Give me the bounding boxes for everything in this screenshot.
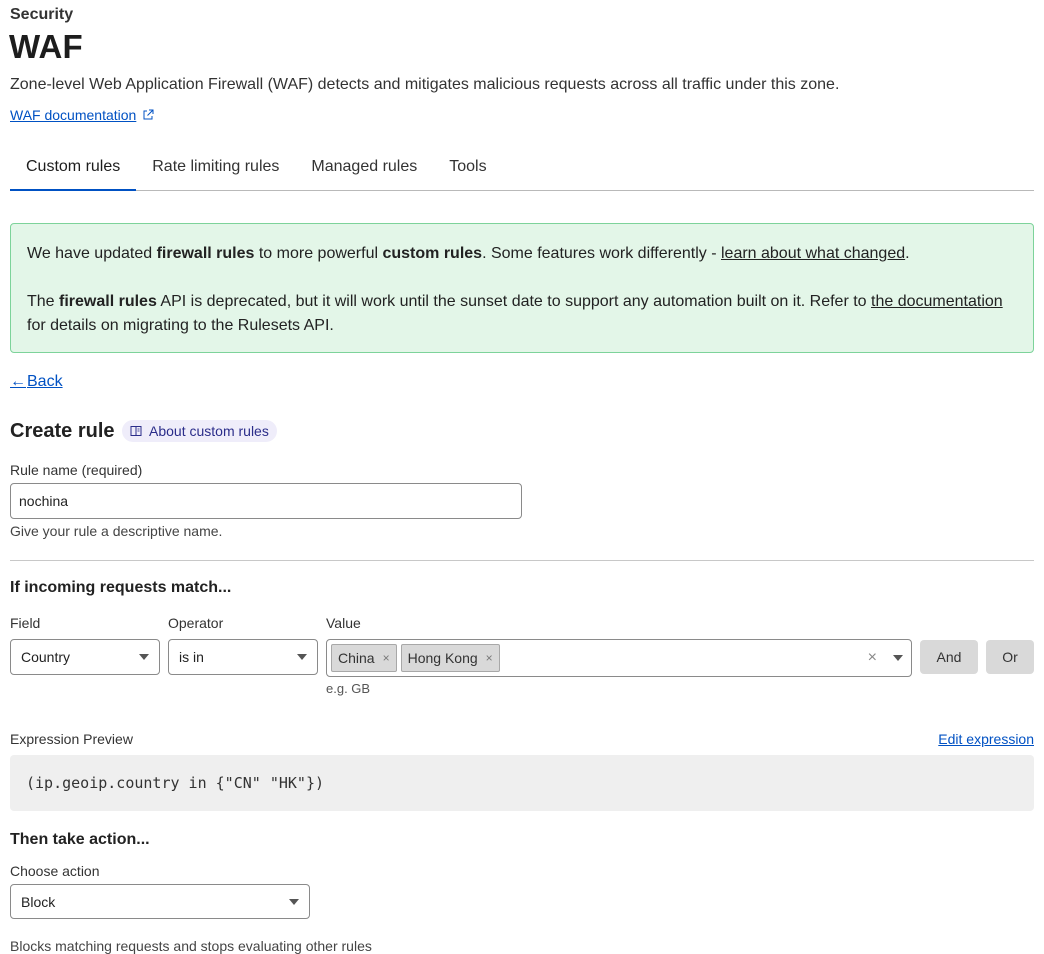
tab-custom-rules[interactable]: Custom rules (10, 150, 137, 191)
divider (10, 560, 1034, 561)
back-label: Back (27, 373, 63, 390)
documentation-link[interactable]: the documentation (871, 293, 1003, 310)
chevron-down-icon (139, 654, 149, 660)
book-icon (130, 426, 142, 436)
waf-documentation-link[interactable]: WAF documentation (10, 107, 154, 123)
edit-expression-link[interactable]: Edit expression (938, 731, 1034, 747)
action-select-value: Block (21, 893, 56, 910)
field-select[interactable]: Country (10, 639, 160, 675)
learn-what-changed-link[interactable]: learn about what changed (721, 245, 905, 262)
tab-tools[interactable]: Tools (433, 150, 502, 191)
expression-preview: (ip.geoip.country in {"CN" "HK"}) (10, 755, 1034, 811)
operator-select[interactable]: is in (168, 639, 318, 675)
tab-managed-rules[interactable]: Managed rules (295, 150, 433, 191)
value-help: e.g. GB (326, 681, 371, 696)
notice-paragraph-1: We have updated firewall rules to more p… (27, 242, 1017, 266)
tab-rate-limiting-rules[interactable]: Rate limiting rules (136, 150, 295, 191)
chevron-down-icon (297, 654, 307, 660)
notice-text: We have updated (27, 245, 157, 262)
or-button[interactable]: Or (986, 640, 1034, 674)
notice-text: to more powerful (254, 245, 383, 262)
field-select-value: Country (21, 649, 71, 665)
value-chip-label: Hong Kong (407, 650, 478, 666)
choose-action-label: Choose action (10, 863, 100, 879)
remove-chip-icon[interactable]: × (383, 651, 390, 665)
about-custom-rules-link[interactable]: About custom rules (122, 420, 277, 442)
clear-values-icon[interactable]: × (868, 649, 877, 667)
back-arrow-icon: ← (10, 373, 26, 390)
action-heading: Then take action... (10, 831, 150, 848)
value-chip-label: China (338, 650, 375, 666)
notice-text: The (27, 293, 60, 310)
notice-bold: firewall rules (156, 245, 255, 262)
migration-notice: We have updated firewall rules to more p… (10, 223, 1034, 353)
notice-text: for details on migrating to the Rulesets… (27, 317, 334, 334)
section-label: Security (10, 6, 74, 23)
notice-text: . Some features work differently - (482, 245, 721, 262)
operator-label: Operator (168, 615, 224, 631)
tab-bar: Custom rules Rate limiting rules Managed… (10, 150, 1034, 191)
notice-bold: custom rules (382, 245, 483, 262)
page-title: WAF (9, 28, 83, 65)
value-chip: Hong Kong × (400, 644, 500, 672)
value-multiselect[interactable]: China × Hong Kong × × (326, 639, 912, 677)
back-link[interactable]: ← Back (10, 373, 63, 391)
page-description: Zone-level Web Application Firewall (WAF… (10, 76, 840, 93)
chevron-down-icon[interactable] (893, 655, 903, 661)
match-heading: If incoming requests match... (10, 579, 232, 596)
notice-text: . (905, 245, 910, 262)
remove-chip-icon[interactable]: × (486, 651, 493, 665)
waf-documentation-label: WAF documentation (10, 107, 137, 123)
action-select[interactable]: Block (10, 884, 310, 919)
field-label: Field (10, 615, 41, 631)
create-rule-heading: Create rule (10, 420, 115, 442)
notice-bold: firewall rules (59, 293, 157, 310)
external-link-icon (143, 109, 154, 120)
rule-name-input[interactable] (10, 483, 522, 519)
value-chip: China × (331, 644, 397, 672)
notice-text: API is deprecated, but it will work unti… (156, 293, 872, 310)
chevron-down-icon (289, 898, 299, 905)
rule-name-help: Give your rule a descriptive name. (10, 523, 223, 539)
about-custom-rules-label: About custom rules (149, 423, 269, 439)
value-label: Value (326, 615, 361, 631)
operator-select-value: is in (179, 649, 204, 665)
notice-paragraph-2: The firewall rules API is deprecated, bu… (27, 290, 1017, 338)
and-button[interactable]: And (920, 640, 978, 674)
expression-preview-label: Expression Preview (10, 731, 133, 747)
rule-name-label: Rule name (required) (10, 462, 143, 478)
